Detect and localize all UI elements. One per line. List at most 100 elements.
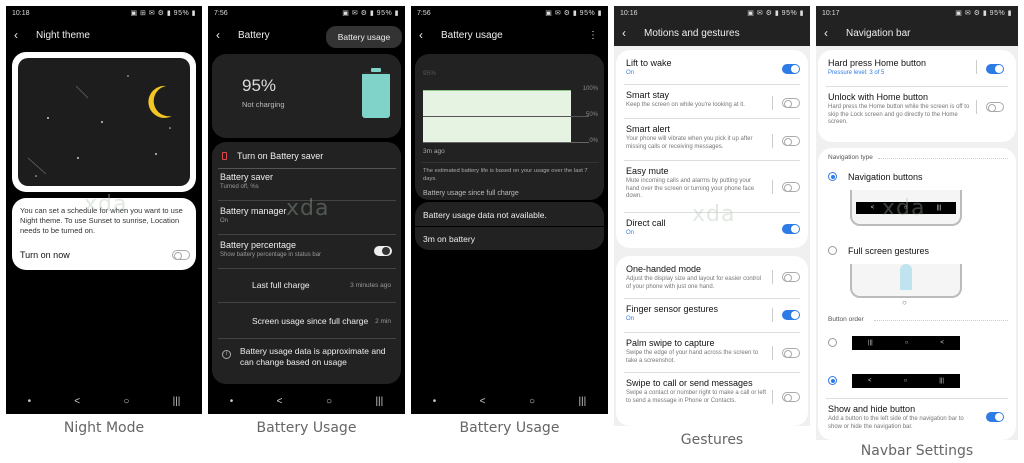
nav-dot-icon[interactable]: •: [28, 396, 32, 407]
nav-back-icon[interactable]: <: [480, 396, 486, 407]
nav-home-icon[interactable]: ○: [326, 396, 332, 407]
turn-on-now-toggle[interactable]: [172, 250, 190, 260]
status-icons: ▣ ✉ ⚙ ▮ 95% ▮: [342, 10, 399, 17]
since-full-charge-header: Battery usage since full charge: [423, 190, 519, 197]
caption-night-mode: Night Mode: [63, 420, 145, 436]
one-handed-title: One-handed mode: [626, 264, 702, 274]
lift-to-wake-row[interactable]: Lift to wake On: [626, 58, 766, 78]
full-screen-radio[interactable]: [828, 246, 837, 255]
order1-recents-icon: |||: [868, 340, 873, 346]
back-arrow-icon[interactable]: ‹: [419, 28, 427, 42]
night-preview-card: [12, 52, 196, 192]
page-title: Battery: [238, 29, 270, 41]
unlock-home-row[interactable]: Unlock with Home button Hard press the H…: [828, 92, 974, 127]
nav-recents-icon[interactable]: |||: [578, 396, 586, 407]
graph-start-label: 95%: [423, 70, 437, 77]
battery-percentage-sub: Show battery percentage in status bar: [220, 252, 322, 258]
last-full-charge-value: 3 minutes ago: [350, 282, 391, 289]
caption-navbar-settings: Navbar Settings: [860, 443, 974, 459]
order-2-radio[interactable]: [828, 376, 837, 385]
turn-on-now-label[interactable]: Turn on now: [20, 250, 70, 260]
palm-swipe-toggle[interactable]: [782, 348, 800, 358]
show-hide-row[interactable]: Show and hide button Add a button to the…: [828, 404, 976, 431]
caption-battery-usage: Battery Usage: [256, 420, 357, 436]
nav-back-icon[interactable]: <: [277, 396, 283, 407]
battery-saver-action[interactable]: Turn on Battery saver: [222, 148, 392, 164]
nav-home-icon[interactable]: ○: [529, 396, 535, 407]
one-handed-row[interactable]: One-handed mode Adjust the display size …: [626, 264, 766, 291]
status-time: 10:17: [822, 9, 840, 17]
nav-recents-icon[interactable]: |||: [173, 396, 181, 407]
back-arrow-icon[interactable]: ‹: [216, 28, 224, 42]
easy-mute-row[interactable]: Easy mute Mute incoming calls and alarms…: [626, 166, 766, 201]
battery-percent: 95%: [242, 76, 277, 95]
battery-options-card: Turn on Battery saver Battery saver Turn…: [212, 142, 401, 384]
swipe-to-call-toggle[interactable]: [782, 392, 800, 402]
finger-sensor-row[interactable]: Finger sensor gestures On: [626, 304, 766, 324]
easy-mute-toggle[interactable]: [782, 182, 800, 192]
palm-swipe-row[interactable]: Palm swipe to capture Swipe the edge of …: [626, 338, 766, 365]
hard-press-row[interactable]: Hard press Home button Pressure level: 3…: [828, 58, 968, 78]
one-handed-toggle[interactable]: [782, 272, 800, 282]
battery-saver-row[interactable]: Battery saver Turned off, %s: [220, 172, 390, 192]
finger-sensor-title: Finger sensor gestures: [626, 304, 719, 314]
more-options-icon[interactable]: ⋮: [588, 30, 598, 41]
show-hide-toggle[interactable]: [986, 412, 1004, 422]
unlock-home-title: Unlock with Home button: [828, 92, 929, 102]
gestures-panel: 10:16 ▣ ✉ ⚙ ▮ 95% ▮ ‹ Motions and gestur…: [614, 6, 810, 426]
charging-status: Not charging: [242, 100, 285, 109]
status-time: 7:56: [214, 9, 228, 17]
button-order-2[interactable]: < ○ |||: [852, 374, 960, 388]
easy-mute-title: Easy mute: [626, 166, 669, 176]
nav-dot-icon[interactable]: •: [433, 396, 437, 407]
nav-back-icon[interactable]: <: [74, 396, 80, 407]
unlock-home-toggle[interactable]: [986, 102, 1004, 112]
overflow-menu-popup[interactable]: Battery usage: [326, 26, 402, 48]
nav-buttons-label[interactable]: Navigation buttons: [848, 172, 923, 182]
finger-sensor-sub: On: [626, 316, 635, 322]
status-icons: ▣ ✉ ⚙ ▮ 95% ▮: [747, 10, 804, 17]
nav-dot-icon[interactable]: •: [230, 396, 234, 407]
nav-recents-icon[interactable]: |||: [375, 396, 383, 407]
screen-usage-label: Screen usage since full charge: [252, 316, 369, 326]
app-bar: ‹ Navigation bar: [816, 20, 1018, 46]
smart-stay-toggle[interactable]: [782, 98, 800, 108]
back-arrow-icon[interactable]: ‹: [14, 28, 22, 42]
button-order-1[interactable]: ||| ○ <: [852, 336, 960, 350]
night-sky-svg: [27, 75, 172, 177]
hard-press-toggle[interactable]: [986, 64, 1004, 74]
easy-mute-sub: Mute incoming calls and alarms by puttin…: [626, 178, 755, 199]
page-title: Navigation bar: [846, 27, 911, 39]
back-arrow-icon[interactable]: ‹: [622, 26, 630, 40]
order-1-radio[interactable]: [828, 338, 837, 347]
full-screen-label[interactable]: Full screen gestures: [848, 246, 929, 256]
unlock-home-sub: Hard press the Home button while the scr…: [828, 104, 970, 125]
smart-alert-row[interactable]: Smart alert Your phone will vibrate when…: [626, 124, 766, 151]
moon-icon: [148, 85, 172, 118]
caption-gestures: Gestures: [680, 432, 744, 448]
swipe-to-call-row[interactable]: Swipe to call or send messages Swipe a c…: [626, 378, 770, 405]
order2-back-icon: <: [868, 378, 872, 384]
status-time: 10:16: [620, 9, 638, 17]
status-bar: 10:16 ▣ ✉ ⚙ ▮ 95% ▮: [614, 6, 810, 20]
lift-to-wake-toggle[interactable]: [782, 64, 800, 74]
navigation-type-card: Navigation type Navigation buttons < ○ |…: [818, 148, 1016, 440]
smart-alert-title: Smart alert: [626, 124, 671, 134]
axis-50-label: 50%: [585, 112, 598, 118]
nav-buttons-radio[interactable]: [828, 172, 837, 181]
battery-percentage-row[interactable]: Battery percentage Show battery percenta…: [220, 240, 370, 260]
direct-call-toggle[interactable]: [782, 224, 800, 234]
status-bar: 7:56 ▣ ✉ ⚙ ▮ 95% ▮: [208, 6, 405, 20]
xda-watermark: xda: [84, 192, 128, 217]
battery-saver-action-label: Turn on Battery saver: [237, 151, 324, 161]
navigation-type-header: Navigation type: [828, 154, 873, 161]
nav-home-icon[interactable]: ○: [123, 396, 129, 407]
estimate-note: The estimated battery life is based on y…: [423, 168, 588, 182]
battery-percentage-toggle[interactable]: [374, 246, 392, 256]
preview-recents-icon: |||: [936, 205, 942, 211]
smart-stay-row[interactable]: Smart stay Keep the screen on while you'…: [626, 90, 766, 110]
back-arrow-icon[interactable]: ‹: [824, 26, 832, 40]
finger-sensor-toggle[interactable]: [782, 310, 800, 320]
axis-100-label: 100%: [582, 86, 598, 92]
smart-alert-toggle[interactable]: [782, 136, 800, 146]
